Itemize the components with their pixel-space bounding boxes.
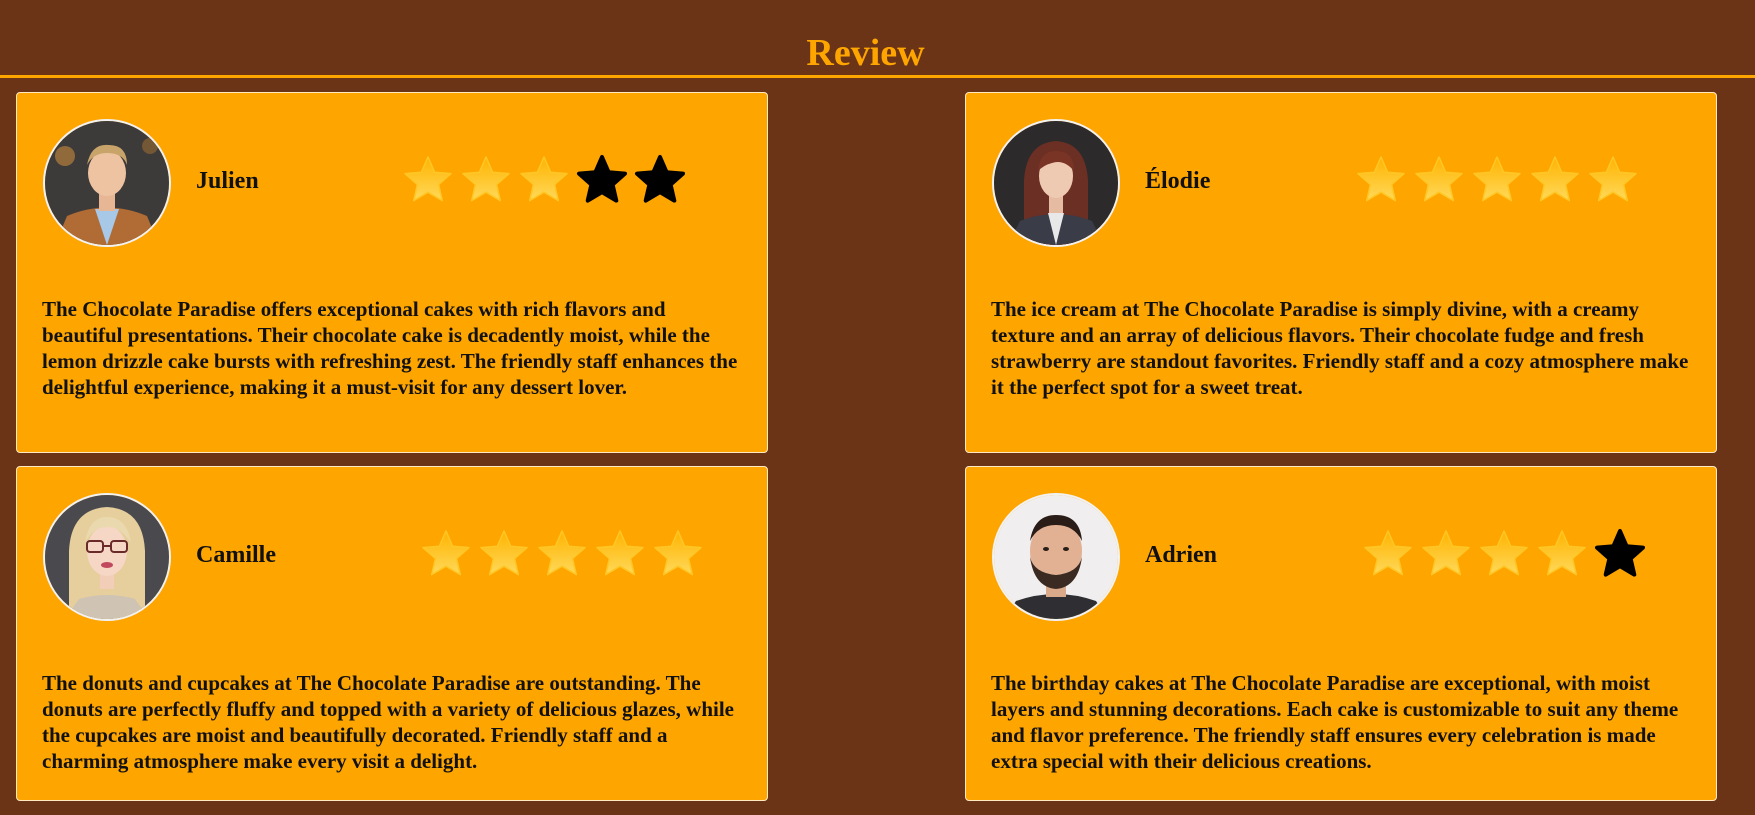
- star-rating: [401, 153, 687, 207]
- star-filled-icon: [538, 530, 586, 576]
- avatar: [43, 493, 171, 621]
- star-filled-icon: [1480, 530, 1528, 576]
- star-filled-icon: [404, 156, 452, 202]
- star-filled-icon: [1538, 530, 1586, 576]
- avatar: [992, 119, 1120, 247]
- star-filled-icon: [1531, 156, 1579, 202]
- star-filled-icon: [520, 156, 568, 202]
- man-in-tan-blazer-avatar-icon: [45, 121, 169, 245]
- star-filled-icon: [1422, 530, 1470, 576]
- reviewer-name: Adrien: [1145, 542, 1217, 568]
- review-card: Camille The donuts and cupcakes at The C…: [16, 466, 768, 801]
- star-rating: [1354, 153, 1640, 207]
- review-text: The ice cream at The Chocolate Paradise …: [991, 297, 1689, 399]
- star-empty-icon: [635, 155, 685, 203]
- review-card: Élodie The ice cream at The Chocolate Pa…: [965, 92, 1717, 453]
- star-filled-icon: [1473, 156, 1521, 202]
- avatar: [992, 493, 1120, 621]
- page-header: Review: [0, 0, 1755, 78]
- review-card: Adrien The birthday cakes at The Chocola…: [965, 466, 1717, 801]
- star-rating: [1361, 527, 1647, 581]
- woman-in-suit-avatar-icon: [994, 121, 1118, 245]
- star-empty-icon: [1595, 529, 1645, 577]
- star-rating: [419, 527, 705, 581]
- star-filled-icon: [1357, 156, 1405, 202]
- reviewer-name: Julien: [196, 168, 259, 194]
- reviewer-name: Élodie: [1145, 168, 1211, 194]
- review-text: The donuts and cupcakes at The Chocolate…: [42, 671, 734, 773]
- star-filled-icon: [480, 530, 528, 576]
- star-filled-icon: [596, 530, 644, 576]
- star-filled-icon: [1364, 530, 1412, 576]
- review-text: The Chocolate Paradise offers exceptiona…: [42, 297, 738, 399]
- bearded-man-avatar-icon: [994, 495, 1118, 619]
- star-empty-icon: [577, 155, 627, 203]
- star-filled-icon: [422, 530, 470, 576]
- reviewer-name: Camille: [196, 542, 276, 568]
- page-title: Review: [806, 32, 925, 74]
- avatar: [43, 119, 171, 247]
- star-filled-icon: [1589, 156, 1637, 202]
- star-filled-icon: [462, 156, 510, 202]
- blonde-woman-with-glasses-avatar-icon: [45, 495, 169, 619]
- star-filled-icon: [654, 530, 702, 576]
- star-filled-icon: [1415, 156, 1463, 202]
- review-card: Julien The Chocolate Paradise offers exc…: [16, 92, 768, 453]
- review-text: The birthday cakes at The Chocolate Para…: [991, 671, 1679, 773]
